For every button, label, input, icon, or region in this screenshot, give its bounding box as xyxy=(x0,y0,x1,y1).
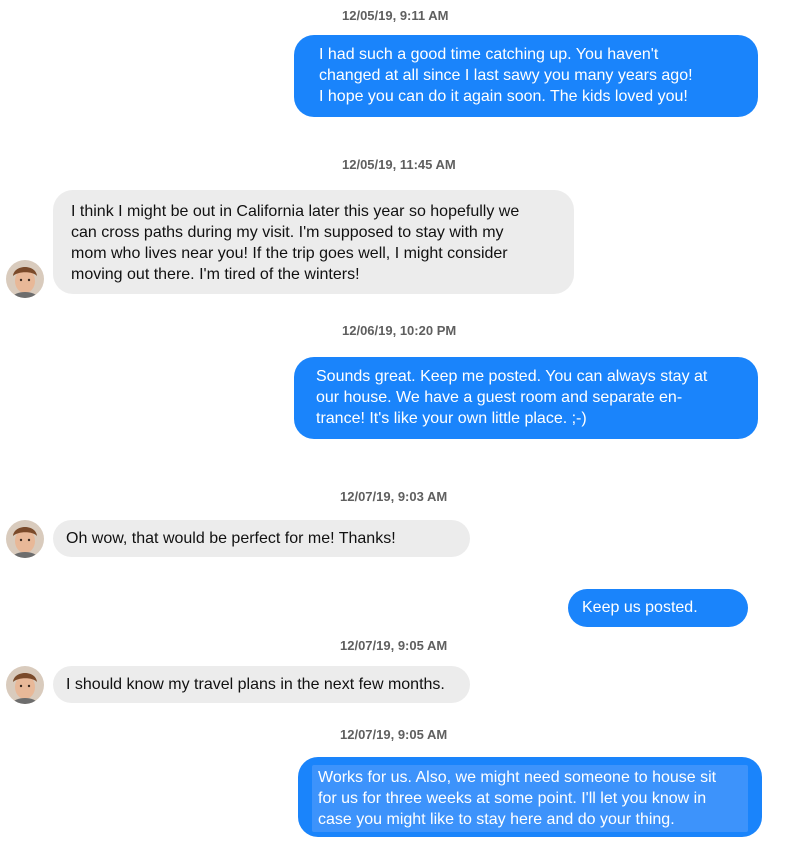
message-bubble-incoming[interactable]: Oh wow, that would be perfect for me! Th… xyxy=(53,520,470,557)
message-bubble-outgoing[interactable]: Works for us. Also, we might need someon… xyxy=(298,757,762,837)
message-bubble-incoming[interactable]: I think I might be out in California lat… xyxy=(53,190,574,294)
message-bubble-outgoing[interactable]: Keep us posted. xyxy=(568,589,748,627)
timestamp: 12/07/19, 9:03 AM xyxy=(340,489,448,504)
timestamp: 12/07/19, 9:05 AM xyxy=(340,727,448,742)
contact-avatar-icon[interactable] xyxy=(6,520,44,558)
message-text: Oh wow, that would be perfect for me! Th… xyxy=(66,530,396,547)
message-text: Keep us posted. xyxy=(582,599,698,616)
timestamp: 12/07/19, 9:05 AM xyxy=(340,638,448,653)
message-text: I had such a good time catching up. You … xyxy=(319,46,693,105)
message-text: I think I might be out in California lat… xyxy=(71,203,520,283)
message-bubble-incoming[interactable]: I should know my travel plans in the nex… xyxy=(53,666,470,703)
selected-text-highlight: Works for us. Also, we might need someon… xyxy=(312,765,748,832)
timestamp: 12/06/19, 10:20 PM xyxy=(342,323,457,338)
message-bubble-outgoing[interactable]: I had such a good time catching up. You … xyxy=(294,35,758,117)
contact-avatar-icon[interactable] xyxy=(6,666,44,704)
contact-avatar-icon[interactable] xyxy=(6,260,44,298)
message-bubble-outgoing[interactable]: Sounds great. Keep me posted. You can al… xyxy=(294,357,758,439)
message-text: Sounds great. Keep me posted. You can al… xyxy=(316,368,708,427)
message-text: Works for us. Also, we might need someon… xyxy=(318,769,717,828)
timestamp: 12/05/19, 9:11 AM xyxy=(342,8,449,23)
message-text: I should know my travel plans in the nex… xyxy=(66,676,445,693)
timestamp: 12/05/19, 11:45 AM xyxy=(342,157,456,172)
